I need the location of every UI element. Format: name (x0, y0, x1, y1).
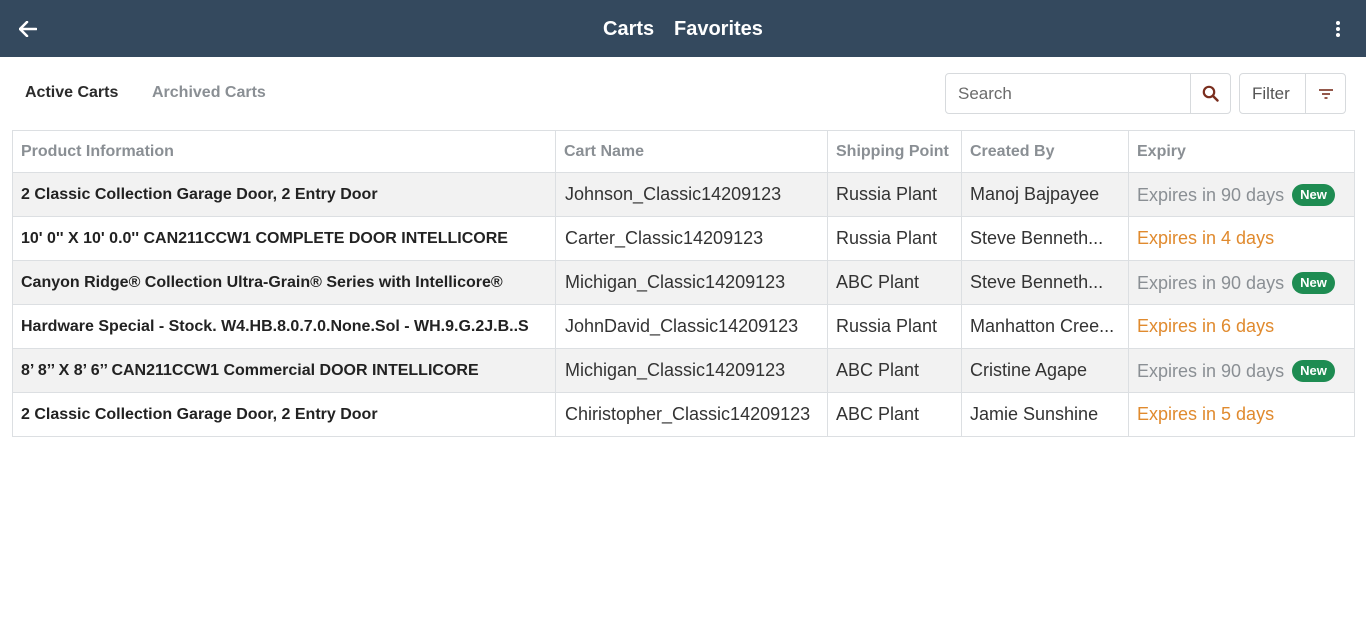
product-cell: 2 Classic Collection Garage Door, 2 Entr… (12, 392, 556, 437)
subtab-active-carts[interactable]: Active Carts (25, 84, 118, 102)
cart-name-cell: Chiristopher_Classic14209123 (555, 392, 828, 437)
expiry-cell: Expires in 90 days New (1128, 348, 1355, 393)
column-header-cart-name[interactable]: Cart Name (555, 130, 828, 173)
table-row[interactable]: 2 Classic Collection Garage Door, 2 Entr… (12, 172, 1355, 217)
expiry-text: Expires in 90 days (1137, 272, 1285, 293)
column-header-shipping-point[interactable]: Shipping Point (827, 130, 962, 173)
search-box (945, 73, 1231, 114)
search-icon (1202, 85, 1219, 102)
product-cell: 2 Classic Collection Garage Door, 2 Entr… (12, 172, 556, 217)
created-by-cell: Jamie Sunshine (961, 392, 1129, 437)
created-by-cell: Steve Benneth... (961, 216, 1129, 261)
filter-icon-container (1305, 74, 1345, 113)
table-row[interactable]: Canyon Ridge® Collection Ultra-Grain® Se… (12, 260, 1355, 305)
table-row[interactable]: 10' 0'' X 10' 0.0'' CAN211CCW1 COMPLETE … (12, 216, 1355, 261)
product-cell: 10' 0'' X 10' 0.0'' CAN211CCW1 COMPLETE … (12, 216, 556, 261)
cart-name-cell: JohnDavid_Classic14209123 (555, 304, 828, 349)
shipping-point-cell: Russia Plant (827, 172, 962, 217)
created-by-cell: Steve Benneth... (961, 260, 1129, 305)
column-header-expiry[interactable]: Expiry (1128, 130, 1355, 173)
expiry-text: Expires in 4 days (1137, 228, 1275, 248)
shipping-point-cell: ABC Plant (827, 392, 962, 437)
cart-name-cell: Michigan_Classic14209123 (555, 348, 828, 393)
column-header-created-by[interactable]: Created By (961, 130, 1129, 173)
table-row[interactable]: Hardware Special - Stock. W4.HB.8.0.7.0.… (12, 304, 1355, 349)
product-cell: Canyon Ridge® Collection Ultra-Grain® Se… (12, 260, 556, 305)
back-button[interactable] (14, 14, 42, 44)
cart-name-cell: Johnson_Classic14209123 (555, 172, 828, 217)
new-badge: New (1292, 271, 1335, 294)
expiry-cell: Expires in 90 days New (1128, 172, 1355, 217)
filter-icon (1318, 88, 1333, 99)
search-input[interactable] (946, 74, 1190, 113)
expiry-text: Expires in 6 days (1137, 316, 1275, 336)
expiry-text: Expires in 5 days (1137, 404, 1275, 424)
expiry-cell: Expires in 90 days New (1128, 260, 1355, 305)
column-header-product[interactable]: Product Information (12, 130, 556, 173)
carts-table: Product Information Cart Name Shipping P… (12, 130, 1355, 437)
created-by-cell: Cristine Agape (961, 348, 1129, 393)
shipping-point-cell: Russia Plant (827, 216, 962, 261)
arrow-left-icon (19, 21, 37, 37)
filter-button[interactable]: Filter (1239, 73, 1346, 114)
top-app-bar: Carts Favorites (0, 0, 1366, 57)
shipping-point-cell: ABC Plant (827, 348, 962, 393)
table-row[interactable]: 2 Classic Collection Garage Door, 2 Entr… (12, 392, 1355, 437)
expiry-text: Expires in 90 days (1137, 360, 1285, 381)
shipping-point-cell: Russia Plant (827, 304, 962, 349)
new-badge: New (1292, 183, 1335, 206)
product-cell: 8’ 8’’ X 8’ 6’’ CAN211CCW1 Commercial DO… (12, 348, 556, 393)
new-badge: New (1292, 359, 1335, 382)
expiry-cell: Expires in 4 days (1128, 216, 1355, 261)
product-cell: Hardware Special - Stock. W4.HB.8.0.7.0.… (12, 304, 556, 349)
more-menu-button[interactable] (1326, 14, 1350, 44)
filter-label: Filter (1252, 84, 1290, 103)
table-header-row: Product Information Cart Name Shipping P… (12, 130, 1355, 173)
subtab-archived-carts[interactable]: Archived Carts (152, 84, 266, 102)
more-vertical-icon (1336, 21, 1340, 37)
created-by-cell: Manoj Bajpayee (961, 172, 1129, 217)
expiry-cell: Expires in 5 days (1128, 392, 1355, 437)
cart-name-cell: Carter_Classic14209123 (555, 216, 828, 261)
search-button[interactable] (1190, 74, 1230, 113)
shipping-point-cell: ABC Plant (827, 260, 962, 305)
table-row[interactable]: 8’ 8’’ X 8’ 6’’ CAN211CCW1 Commercial DO… (12, 348, 1355, 393)
expiry-cell: Expires in 6 days (1128, 304, 1355, 349)
created-by-cell: Manhatton Cree... (961, 304, 1129, 349)
tab-favorites[interactable]: Favorites (674, 17, 763, 41)
expiry-text: Expires in 90 days (1137, 184, 1285, 205)
cart-name-cell: Michigan_Classic14209123 (555, 260, 828, 305)
tab-carts[interactable]: Carts (603, 17, 654, 41)
